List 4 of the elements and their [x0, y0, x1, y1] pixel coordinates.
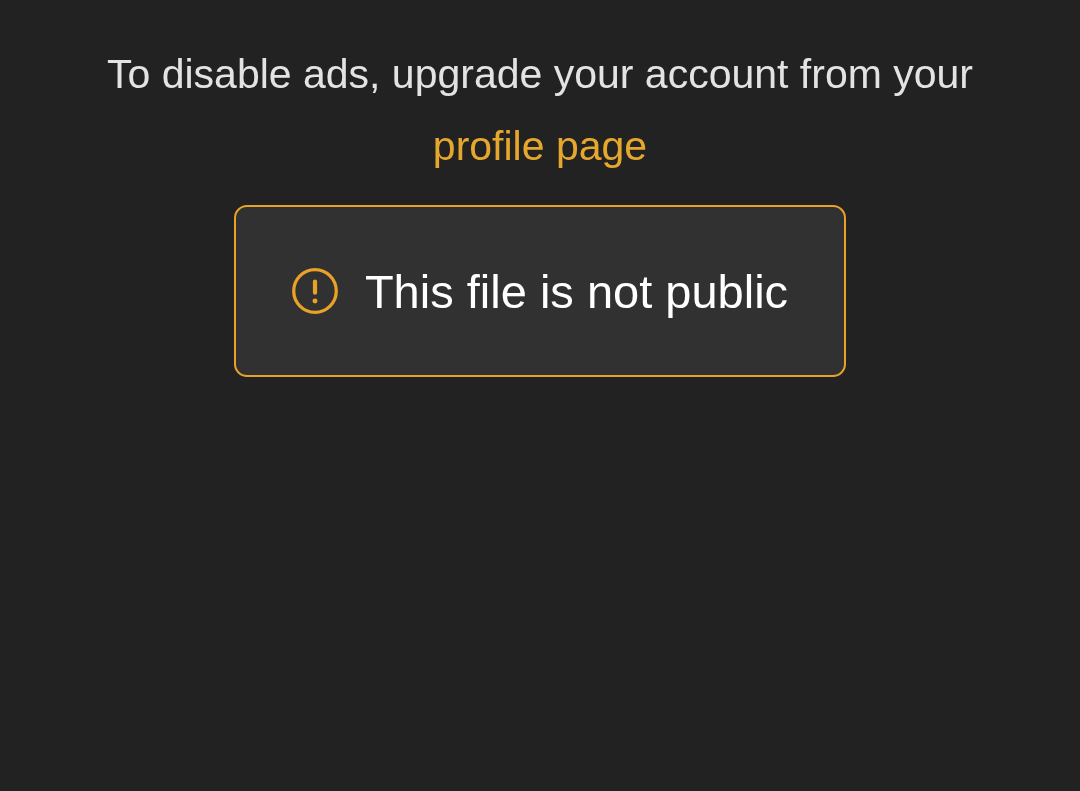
- alert-message: This file is not public: [364, 263, 789, 319]
- upgrade-notice: To disable ads, upgrade your account from your profile page: [105, 50, 974, 171]
- profile-page-link[interactable]: profile page: [432, 123, 648, 169]
- exclamation-icon: [291, 268, 338, 314]
